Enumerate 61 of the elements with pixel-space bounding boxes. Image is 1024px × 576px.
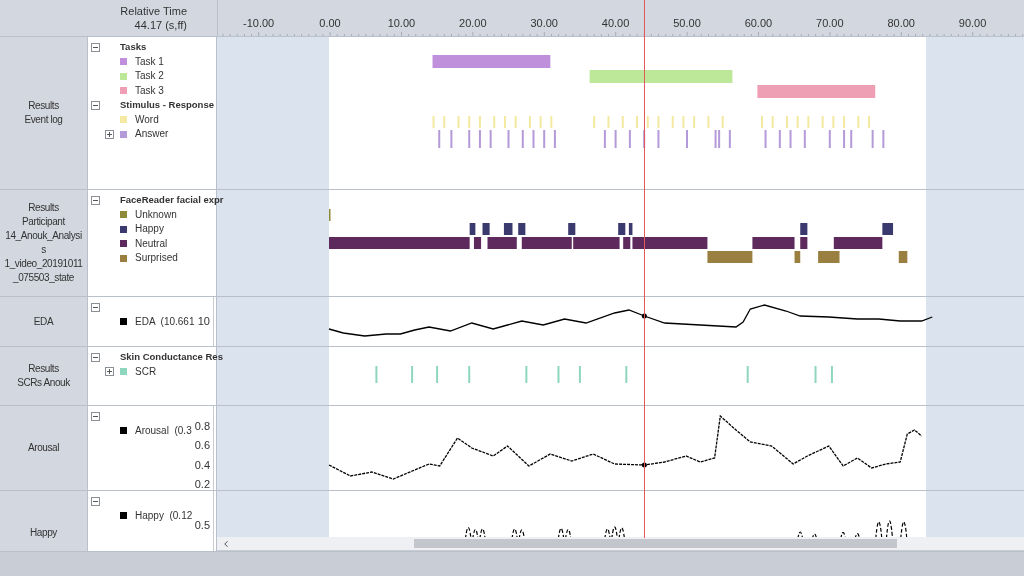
axis-tick-label: 0.6 xyxy=(193,439,211,451)
ruler-tick-label: 70.00 xyxy=(815,16,845,30)
legend-label: Surprised xyxy=(135,251,178,265)
ruler-tick-label: 80.00 xyxy=(886,16,916,30)
track-label: SCRs Anouk xyxy=(17,376,70,390)
collapse-icon[interactable] xyxy=(91,496,100,506)
track-label: s xyxy=(41,243,46,257)
legend-label: Happy xyxy=(135,222,164,236)
legend-label: Arousal (0.3 xyxy=(135,423,192,438)
legend-label: Task 2 xyxy=(135,69,164,83)
legend-label: Answer xyxy=(135,127,169,141)
track-label: Results xyxy=(28,99,59,113)
legend-label: Word xyxy=(135,112,159,127)
axis-tick-label: 10 xyxy=(196,315,211,327)
collapse-icon[interactable] xyxy=(91,42,100,52)
ruler-tick-label: 50.00 xyxy=(672,16,702,30)
ruler-tick-label: 0.00 xyxy=(318,16,342,30)
legend-label: Unknown xyxy=(135,207,177,222)
track-label: 1_video_20191011 xyxy=(4,257,83,271)
scrollbar-thumb[interactable] xyxy=(414,539,897,548)
track-label: Participant xyxy=(22,215,65,229)
axis-tick-label: 0.8 xyxy=(193,420,211,432)
track-label: Arousal xyxy=(27,441,60,455)
legend-group-title: Stimulus - Response xyxy=(120,98,214,112)
track-label: Results xyxy=(28,362,59,376)
ruler-tick-label: 30.00 xyxy=(529,16,559,30)
chevron-left-icon[interactable] xyxy=(221,538,231,549)
legend-label: Task 3 xyxy=(135,83,164,98)
time-axis-title: Relative Time xyxy=(120,4,187,18)
collapse-icon[interactable] xyxy=(91,195,100,205)
legend-label: Neutral xyxy=(135,236,168,251)
expand-icon[interactable] xyxy=(105,129,114,139)
cursor-time: 44.17 (s,ff) xyxy=(134,18,187,32)
horizontal-scrollbar[interactable] xyxy=(217,537,1024,550)
track-label: Happy xyxy=(30,526,57,540)
track-label: _075503_state xyxy=(13,271,74,285)
legend-label: Happy (0.12 xyxy=(135,508,193,523)
ruler-tick-label: 40.00 xyxy=(600,16,631,30)
track-label: 14_Anouk_Analysi xyxy=(5,229,82,243)
collapse-icon[interactable] xyxy=(91,352,100,362)
legend-group-title: Tasks xyxy=(120,40,147,54)
legend-group-title: FaceReader facial expr xyxy=(120,193,224,207)
track-label: Results xyxy=(28,201,59,215)
ruler-tick-label: -10.00 xyxy=(242,16,276,30)
ruler-tick-label: 20.00 xyxy=(458,16,488,30)
collapse-icon[interactable] xyxy=(91,100,100,110)
legend-label: EDA (10.661 xyxy=(135,314,195,329)
axis-tick-label: 0.4 xyxy=(193,459,211,471)
ruler-tick-label: 10.00 xyxy=(386,16,417,30)
axis-tick-label: 0.2 xyxy=(193,478,211,490)
axis-tick-label: 0.5 xyxy=(193,519,211,531)
legend-group-title: Skin Conductance Res xyxy=(120,350,223,364)
collapse-icon[interactable] xyxy=(91,302,100,312)
collapse-icon[interactable] xyxy=(91,411,100,421)
legend-label: SCR xyxy=(135,364,157,379)
ruler-tick-label: 90.00 xyxy=(957,16,988,30)
track-label: EDA xyxy=(33,314,54,329)
expand-icon[interactable] xyxy=(105,367,114,377)
track-label: Event log xyxy=(24,113,63,127)
legend-label: Task 1 xyxy=(135,54,164,69)
ruler-tick-label: 60.00 xyxy=(743,16,774,30)
